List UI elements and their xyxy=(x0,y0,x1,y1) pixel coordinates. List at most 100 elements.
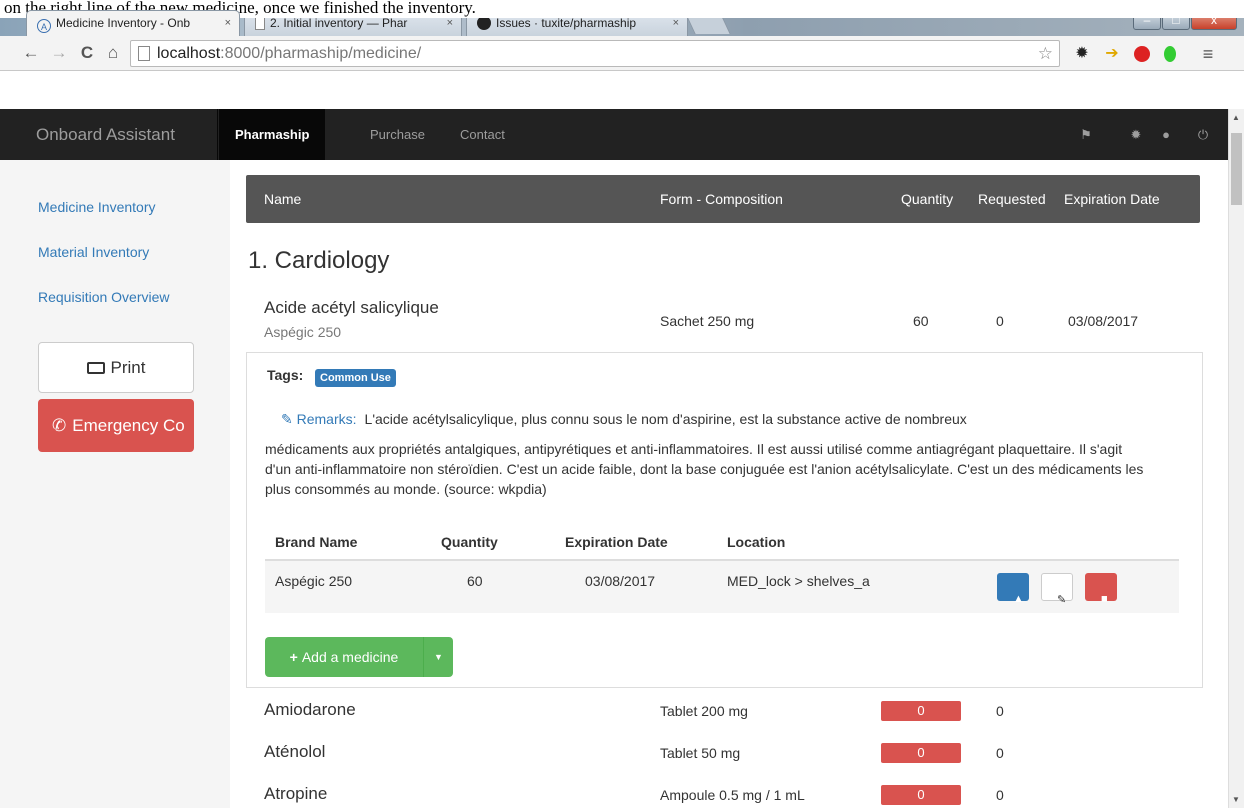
brand-table-header: Brand Name Quantity Expiration Date Loca… xyxy=(265,525,1179,561)
flag-icon[interactable]: ⚑ xyxy=(1078,127,1094,143)
medicine-brand: Aspégic 250 xyxy=(264,324,342,340)
tags-label: Tags: xyxy=(267,367,304,383)
quantity-badge: 0 xyxy=(881,785,961,805)
green-extension-icon[interactable] xyxy=(1160,44,1180,64)
printer-icon xyxy=(86,362,105,374)
brand-expiration: 03/08/2017 xyxy=(585,573,656,589)
gear-icon[interactable]: ✹ xyxy=(1128,127,1144,143)
medicine-name[interactable]: Atropine xyxy=(264,784,327,804)
tag-badge[interactable]: Common Use xyxy=(315,369,396,387)
scroll-down-icon[interactable]: ▼ xyxy=(1232,795,1240,804)
header-form[interactable]: Form - Composition xyxy=(660,175,783,223)
address-bar[interactable]: localhost:8000/pharmaship/medicine/ ☆ xyxy=(130,40,1060,67)
phone-icon: ✆ xyxy=(52,416,67,435)
medicine-form: Tablet 200 mg xyxy=(660,703,748,719)
scrollbar-thumb[interactable] xyxy=(1231,133,1242,205)
address-path: :8000/pharmaship/medicine/ xyxy=(220,45,422,62)
add-medicine-button[interactable]: + Add a medicine ▼ xyxy=(265,637,453,677)
medicine-detail-panel: Tags: Common Use ✎ Remarks: L'acide acéty… xyxy=(246,352,1203,688)
remarks-text-first: L'acide acétylsalicylique, plus connu so… xyxy=(364,411,967,427)
tab-label: Medicine Inventory - Onb xyxy=(56,16,191,30)
emergency-label: Emergency Co xyxy=(72,416,185,435)
user-icon[interactable]: ● xyxy=(1158,127,1174,143)
plus-icon: + xyxy=(289,649,298,665)
medicine-requested: 0 xyxy=(996,313,1004,329)
medicine-name[interactable]: Aténolol xyxy=(264,742,325,762)
extension-arrow-icon[interactable]: ➔ xyxy=(1102,44,1122,64)
medicine-requested: 0 xyxy=(996,703,1004,719)
quantity-badge: 0 xyxy=(881,743,961,763)
home-button[interactable]: ⌂ xyxy=(102,42,124,64)
chevron-down-icon[interactable]: ▼ xyxy=(423,637,453,677)
quantity-badge: 0 xyxy=(881,701,961,721)
brand-title[interactable]: Onboard Assistant xyxy=(0,109,218,160)
edit-icon: ✎ xyxy=(1057,594,1067,606)
medicine-form: Tablet 50 mg xyxy=(660,745,741,761)
sidebar-item-medicine-inventory[interactable]: Medicine Inventory xyxy=(38,199,156,215)
add-medicine-main[interactable]: + Add a medicine xyxy=(265,637,423,677)
app-navbar: Onboard Assistant Pharmaship Purchase Co… xyxy=(0,109,1228,160)
medicine-expiration: 03/08/2017 xyxy=(1068,313,1139,329)
close-icon[interactable]: × xyxy=(225,11,231,36)
sidebar-item-material-inventory[interactable]: Material Inventory xyxy=(38,244,149,260)
medicine-name[interactable]: Acide acétyl salicylique xyxy=(264,298,439,318)
print-button[interactable]: Print xyxy=(38,342,194,393)
medicine-requested: 0 xyxy=(996,745,1004,761)
table-header: Name Form - Composition Quantity Request… xyxy=(246,175,1200,223)
subheader-expiration: Expiration Date xyxy=(565,534,668,550)
gear-extension-icon[interactable]: ✹ xyxy=(1072,44,1092,64)
brand-quantity: 60 xyxy=(467,573,483,589)
address-host: localhost xyxy=(157,45,221,62)
remarks: ✎ Remarks: L'acide acétylsalicylique, plu… xyxy=(265,409,1145,499)
stop-extension-icon[interactable] xyxy=(1132,44,1152,64)
page-top-spacer xyxy=(0,71,1244,109)
brand-location: MED_lock > shelves_a xyxy=(727,573,870,589)
upload-icon: ▲ xyxy=(1013,593,1024,605)
tab-label: Issues · tuxite/pharmaship xyxy=(496,16,637,30)
medicine-name[interactable]: Amiodarone xyxy=(264,700,356,720)
header-requested[interactable]: Requested xyxy=(978,175,1046,223)
nav-contact[interactable]: Contact xyxy=(446,109,519,160)
trash-icon: ■ xyxy=(1101,593,1108,605)
remarks-label[interactable]: ✎ Remarks: xyxy=(281,411,357,427)
upload-button[interactable]: ▲ xyxy=(997,573,1029,605)
header-name[interactable]: Name xyxy=(264,175,301,223)
medicine-quantity: 60 xyxy=(913,313,929,329)
back-button[interactable]: ← xyxy=(20,42,42,64)
medicine-form: Ampoule 0.5 mg / 1 mL xyxy=(660,787,805,803)
brand-table-row: Aspégic 250 60 03/08/2017 MED_lock > she… xyxy=(265,561,1179,613)
forward-button[interactable]: → xyxy=(48,42,70,64)
page-scrollbar[interactable]: ▲ ▼ xyxy=(1228,109,1244,808)
medicine-form: Sachet 250 mg xyxy=(660,313,755,329)
delete-button[interactable]: ■ xyxy=(1085,573,1117,605)
header-expiration[interactable]: Expiration Date xyxy=(1064,175,1160,223)
nav-purchase[interactable]: Purchase xyxy=(355,109,440,160)
emergency-contact-button[interactable]: ✆ Emergency Co xyxy=(38,399,194,452)
github-icon xyxy=(477,16,491,30)
power-icon[interactable]: ⏻ xyxy=(1195,127,1211,143)
scroll-up-icon[interactable]: ▲ xyxy=(1232,113,1240,122)
remarks-first-line: ✎ Remarks: L'acide acétylsalicylique, plu… xyxy=(265,409,1145,429)
page-icon xyxy=(138,46,150,61)
remarks-text-rest: médicaments aux propriétés antalgiques, … xyxy=(265,441,1144,497)
edit-button[interactable]: ✎ xyxy=(1041,573,1073,606)
edit-icon: ✎ xyxy=(281,411,297,427)
header-quantity[interactable]: Quantity xyxy=(901,175,953,223)
browser-window: – □ x A Medicine Inventory - Onb × 2. Ini… xyxy=(0,0,1244,808)
page-icon xyxy=(255,16,265,30)
add-medicine-label: Add a medicine xyxy=(301,649,399,665)
print-label: Print xyxy=(110,358,146,377)
sidebar-item-requisition-overview[interactable]: Requisition Overview xyxy=(38,289,170,305)
menu-icon[interactable]: ≡ xyxy=(1198,44,1218,64)
subheader-quantity: Quantity xyxy=(441,534,498,550)
brand-name: Aspégic 250 xyxy=(275,573,353,589)
reload-button[interactable]: C xyxy=(76,42,98,64)
subheader-location: Location xyxy=(727,534,786,550)
tab-medicine-inventory[interactable]: A Medicine Inventory - Onb × xyxy=(26,10,240,36)
subheader-brand: Brand Name xyxy=(275,534,358,550)
nav-pharmaship[interactable]: Pharmaship xyxy=(219,109,326,160)
tab-label: 2. Initial inventory — Phar xyxy=(270,16,408,30)
medicine-requested: 0 xyxy=(996,787,1004,803)
main-content: Name Form - Composition Quantity Request… xyxy=(230,160,1228,808)
bookmark-star-icon[interactable]: ☆ xyxy=(1038,41,1053,66)
